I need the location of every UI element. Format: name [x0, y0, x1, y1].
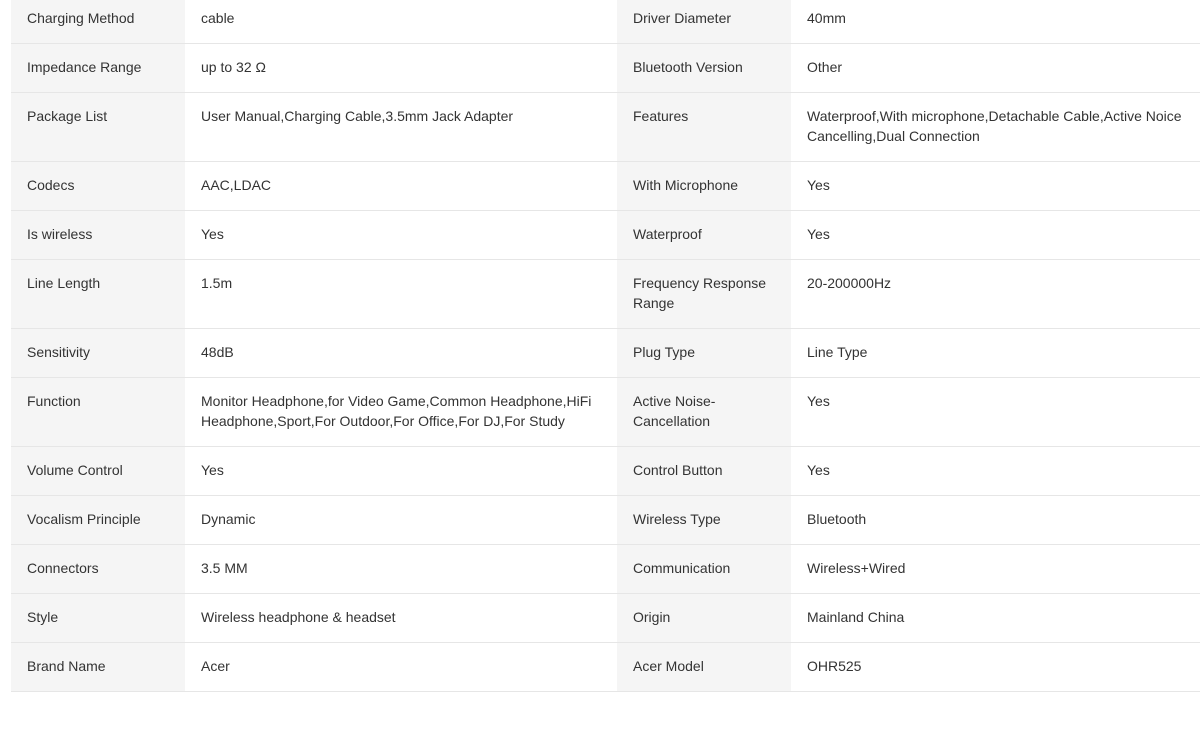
spec-value: Yes [201, 462, 224, 478]
spec-value: Line Type [807, 344, 868, 360]
spec-row: Brand Name Acer Acer Model OHR525 [11, 643, 1200, 692]
spec-value: Other [807, 59, 843, 75]
spec-name: Impedance Range [11, 44, 185, 92]
spec-row: Impedance Range up to 32 Ω Bluetooth Ver… [11, 44, 1200, 93]
spec-row: Charging Method cable Driver Diameter 40… [11, 0, 1200, 44]
spec-value: 40mm [807, 10, 846, 26]
spec-value: 20-200000Hz [807, 275, 892, 291]
spec-row: Package List User Manual,Charging Cable,… [11, 93, 1200, 162]
spec-value: Yes [807, 177, 830, 193]
spec-name: Acer Model [617, 643, 791, 691]
spec-value: Dynamic [201, 511, 256, 527]
spec-value: cable [201, 10, 235, 26]
spec-name: Wireless Type [617, 496, 791, 544]
spec-name: Is wireless [11, 211, 185, 259]
spec-value: Yes [201, 226, 224, 242]
spec-name: Control Button [617, 447, 791, 495]
spec-name: Volume Control [11, 447, 185, 495]
spec-value: Yes [807, 462, 830, 478]
spec-row: Codecs AAC,LDAC With Microphone Yes [11, 162, 1200, 211]
spec-name: Codecs [11, 162, 185, 210]
spec-value: User Manual,Charging Cable,3.5mm Jack Ad… [201, 108, 514, 124]
spec-name: Bluetooth Version [617, 44, 791, 92]
spec-name: Package List [11, 93, 185, 161]
spec-name: Connectors [11, 545, 185, 593]
spec-name: With Microphone [617, 162, 791, 210]
spec-value: 48dB [201, 344, 234, 360]
spec-name: Plug Type [617, 329, 791, 377]
spec-row: Connectors 3.5 MM Communication Wireless… [11, 545, 1200, 594]
spec-name: Brand Name [11, 643, 185, 691]
spec-value: Monitor Headphone,for Video Game,Common … [201, 393, 592, 429]
spec-row: Vocalism Principle Dynamic Wireless Type… [11, 496, 1200, 545]
spec-row: Style Wireless headphone & headset Origi… [11, 594, 1200, 643]
spec-name: Driver Diameter [617, 0, 791, 43]
spec-value: Bluetooth [807, 511, 867, 527]
spec-value: 1.5m [201, 275, 233, 291]
specifications-table: Charging Method cable Driver Diameter 40… [11, 0, 1200, 692]
spec-value: Mainland China [807, 609, 905, 625]
spec-value: Yes [807, 226, 830, 242]
spec-row: Volume Control Yes Control Button Yes [11, 447, 1200, 496]
spec-name: Sensitivity [11, 329, 185, 377]
spec-value: Waterproof,With microphone,Detachable Ca… [807, 108, 1182, 144]
spec-name: Style [11, 594, 185, 642]
spec-value: up to 32 Ω [201, 59, 266, 75]
spec-name: Origin [617, 594, 791, 642]
spec-name: Charging Method [11, 0, 185, 43]
spec-value: 3.5 MM [201, 560, 248, 576]
spec-row: Sensitivity 48dB Plug Type Line Type [11, 329, 1200, 378]
spec-value: AAC,LDAC [201, 177, 272, 193]
spec-value: Wireless headphone & headset [201, 609, 396, 625]
spec-value: Wireless+Wired [807, 560, 906, 576]
spec-name: Active Noise-Cancellation [617, 378, 791, 446]
spec-name: Line Length [11, 260, 185, 328]
spec-value: Yes [807, 393, 830, 409]
spec-row: Function Monitor Headphone,for Video Gam… [11, 378, 1200, 447]
spec-value: Acer [201, 658, 230, 674]
spec-row: Line Length 1.5m Frequency Response Rang… [11, 260, 1200, 329]
spec-name: Communication [617, 545, 791, 593]
spec-value: OHR525 [807, 658, 862, 674]
spec-name: Waterproof [617, 211, 791, 259]
spec-name: Features [617, 93, 791, 161]
spec-name: Frequency Response Range [617, 260, 791, 328]
spec-row: Is wireless Yes Waterproof Yes [11, 211, 1200, 260]
spec-name: Vocalism Principle [11, 496, 185, 544]
spec-name: Function [11, 378, 185, 446]
